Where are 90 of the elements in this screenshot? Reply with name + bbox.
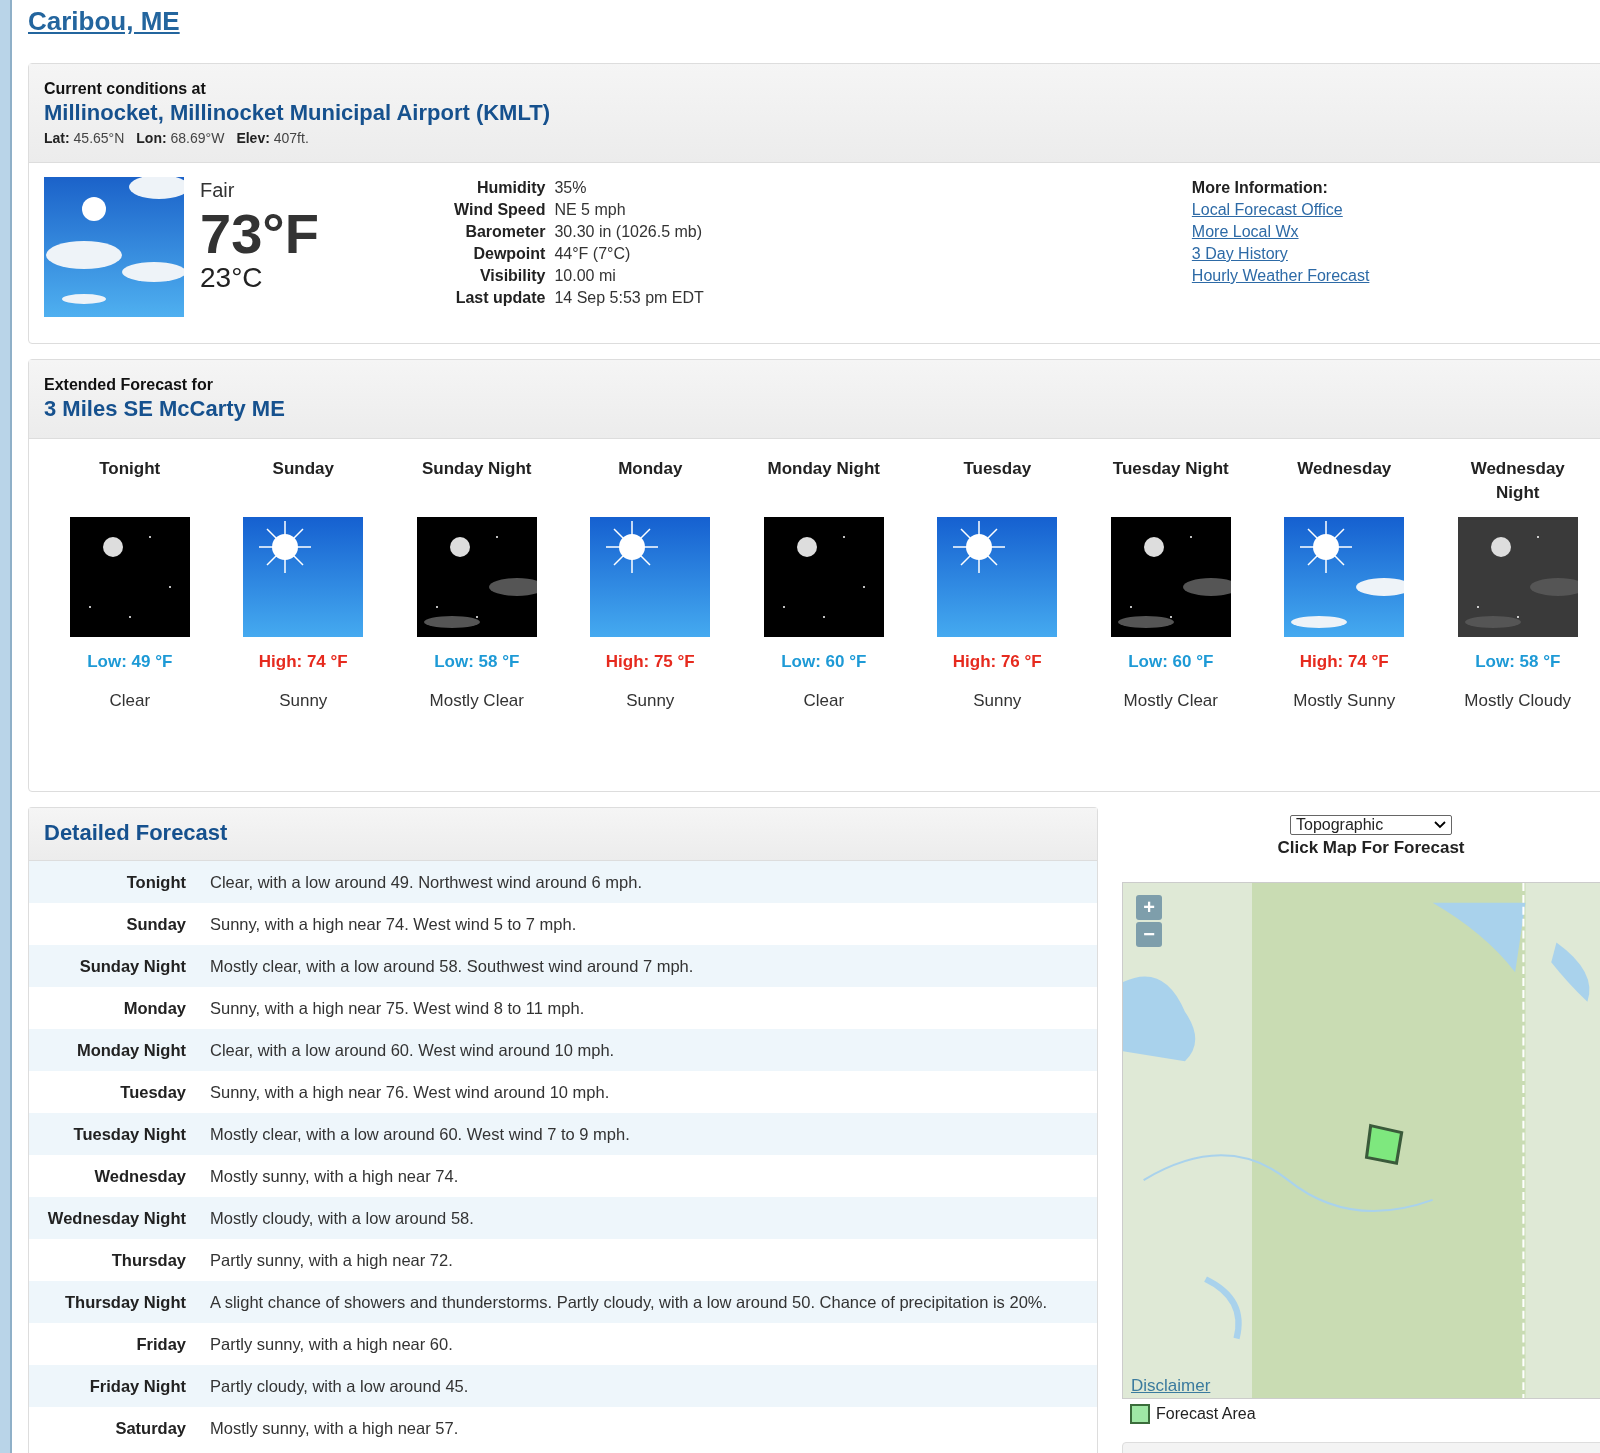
period-label: Tonight bbox=[125, 872, 187, 892]
period-label: Monday bbox=[122, 998, 187, 1018]
info-link[interactable]: 3 Day History bbox=[1191, 245, 1288, 263]
condition-text: Sunny bbox=[973, 691, 1022, 711]
period-label: Tuesday Night bbox=[72, 1124, 187, 1144]
detail-label: Last update bbox=[454, 289, 546, 307]
temperature-text: High: 75 °F bbox=[605, 652, 695, 672]
temperature-fahrenheit: 73°F bbox=[200, 206, 320, 262]
coordinate-text: Lon: 68.69°W bbox=[136, 130, 225, 146]
period-label: Wednesday bbox=[93, 1166, 187, 1186]
temperature-celsius: 23°C bbox=[200, 262, 264, 294]
legend-label: Forecast Area bbox=[1156, 1405, 1256, 1423]
period-name: Tonight bbox=[99, 458, 161, 480]
temperature-text: Low: 49 °F bbox=[87, 652, 173, 672]
forecast-text: Sunny, with a high near 76. West wind around 10 mph. bbox=[210, 1082, 610, 1102]
forecast-text: Partly cloudy, with a low around 45. bbox=[210, 1376, 469, 1396]
forecast-text: Mostly clear, with a low around 58. Southwest wind around 7 mph. bbox=[210, 956, 694, 976]
condition-text: Clear bbox=[803, 691, 845, 711]
period-name: Sunday Night bbox=[421, 458, 532, 480]
forecast-text: Mostly sunny, with a high near 74. bbox=[210, 1166, 459, 1186]
forecast-area-swatch bbox=[1130, 1404, 1150, 1424]
period-name: Monday bbox=[618, 458, 683, 480]
temperature-text: High: 76 °F bbox=[952, 652, 1042, 672]
detail-label: Humidity bbox=[475, 179, 546, 197]
period-label: Monday Night bbox=[75, 1040, 187, 1060]
temperature-text: High: 74 °F bbox=[258, 652, 348, 672]
detail-value: NE 5 mph bbox=[554, 201, 627, 219]
temperature-text: Low: 58 °F bbox=[434, 652, 520, 672]
forecast-text: Mostly sunny, with a high near 57. bbox=[210, 1418, 459, 1438]
period-name: Tuesday bbox=[963, 458, 1032, 480]
temperature-text: Low: 60 °F bbox=[781, 652, 867, 672]
detail-label: Visibility bbox=[478, 267, 546, 285]
detail-value: 35% bbox=[554, 179, 588, 197]
detail-value: 10.00 mi bbox=[554, 267, 617, 285]
forecast-text: Mostly clear, with a low around 60. West wind 7 to 9 mph. bbox=[210, 1124, 630, 1144]
detail-value: 30.30 in (1026.5 mb) bbox=[554, 223, 704, 241]
period-label: Wednesday Night bbox=[46, 1208, 187, 1228]
coordinate-text: Lat: 45.65°N bbox=[44, 130, 125, 146]
detail-value: 44°F (7°C) bbox=[554, 245, 632, 263]
period-label: Friday bbox=[135, 1334, 187, 1354]
forecast-text: Mostly cloudy, with a low around 58. bbox=[210, 1208, 474, 1228]
caret-icon bbox=[1434, 821, 1446, 829]
disclaimer-link[interactable]: Disclaimer bbox=[1131, 1376, 1211, 1396]
more-information-heading: More Information: bbox=[1191, 179, 1329, 197]
condition-text: Sunny bbox=[626, 691, 675, 711]
temperature-text: High: 74 °F bbox=[1299, 652, 1389, 672]
temperature-text: Low: 58 °F bbox=[1475, 652, 1561, 672]
forecast-text: Partly sunny, with a high near 72. bbox=[210, 1250, 453, 1270]
period-label: Friday Night bbox=[88, 1376, 187, 1396]
detail-label: Wind Speed bbox=[454, 201, 546, 219]
period-label: Thursday bbox=[110, 1250, 187, 1270]
panel-title: Detailed Forecast bbox=[44, 820, 229, 846]
period-label: Sunday Night bbox=[78, 956, 187, 976]
panel-heading: Extended Forecast for bbox=[44, 376, 214, 394]
coordinate-text: Elev: 407ft. bbox=[236, 130, 309, 146]
map-layer-dropdown[interactable]: Topographic bbox=[1290, 815, 1452, 835]
detail-label: Barometer bbox=[464, 223, 546, 241]
station-name: Millinocket, Millinocket Municipal Airport (KMLT) bbox=[44, 100, 551, 126]
period-label: Sunday bbox=[125, 914, 187, 934]
forecast-location: 3 Miles SE McCarty ME bbox=[44, 396, 286, 422]
info-link[interactable]: Hourly Weather Forecast bbox=[1191, 267, 1370, 285]
forecast-text: Sunny, with a high near 75. West wind 8 to 11 mph. bbox=[210, 998, 585, 1018]
map-caption: Click Map For Forecast bbox=[1277, 838, 1465, 858]
forecast-text: Sunny, with a high near 74. West wind 5 to 7 mph. bbox=[210, 914, 577, 934]
condition-text: Mostly Sunny bbox=[1293, 691, 1396, 711]
condition-text: Clear bbox=[109, 691, 151, 711]
forecast-text: Clear, with a low around 60. West wind around 10 mph. bbox=[210, 1040, 615, 1060]
period-name: Wednesday bbox=[1297, 458, 1392, 480]
forecast-text: A slight chance of showers and thunderstorms. Partly cloudy, with a low around 50. Chance of precipitation is 20%. bbox=[210, 1292, 1048, 1312]
period-label: Thursday Night bbox=[64, 1292, 187, 1312]
temperature-text: Low: 60 °F bbox=[1128, 652, 1214, 672]
period-name: Wednesday Night bbox=[1469, 458, 1566, 504]
forecast-text: Clear, with a low around 49. Northwest wind around 6 mph. bbox=[210, 872, 642, 892]
panel-heading: Current conditions at bbox=[44, 80, 207, 98]
condition-text: Sunny bbox=[279, 691, 328, 711]
period-name: Sunday bbox=[272, 458, 334, 480]
condition-text: Mostly Clear bbox=[429, 691, 524, 711]
forecast-office-link[interactable]: Caribou, ME bbox=[28, 6, 180, 37]
period-label: Tuesday bbox=[119, 1082, 187, 1102]
detail-value: 14 Sep 5:53 pm EDT bbox=[554, 289, 704, 307]
condition-text: Mostly Clear bbox=[1123, 691, 1218, 711]
info-link[interactable]: More Local Wx bbox=[1191, 223, 1299, 241]
forecast-text: Partly sunny, with a high near 60. bbox=[210, 1334, 453, 1354]
detail-label: Dewpoint bbox=[472, 245, 546, 263]
period-label: Saturday bbox=[114, 1418, 187, 1438]
info-link[interactable]: Local Forecast Office bbox=[1191, 201, 1343, 219]
condition-text: Mostly Cloudy bbox=[1464, 691, 1572, 711]
condition-text: Fair bbox=[200, 179, 236, 202]
period-name: Tuesday Night bbox=[1112, 458, 1229, 480]
period-name: Monday Night bbox=[767, 458, 880, 480]
